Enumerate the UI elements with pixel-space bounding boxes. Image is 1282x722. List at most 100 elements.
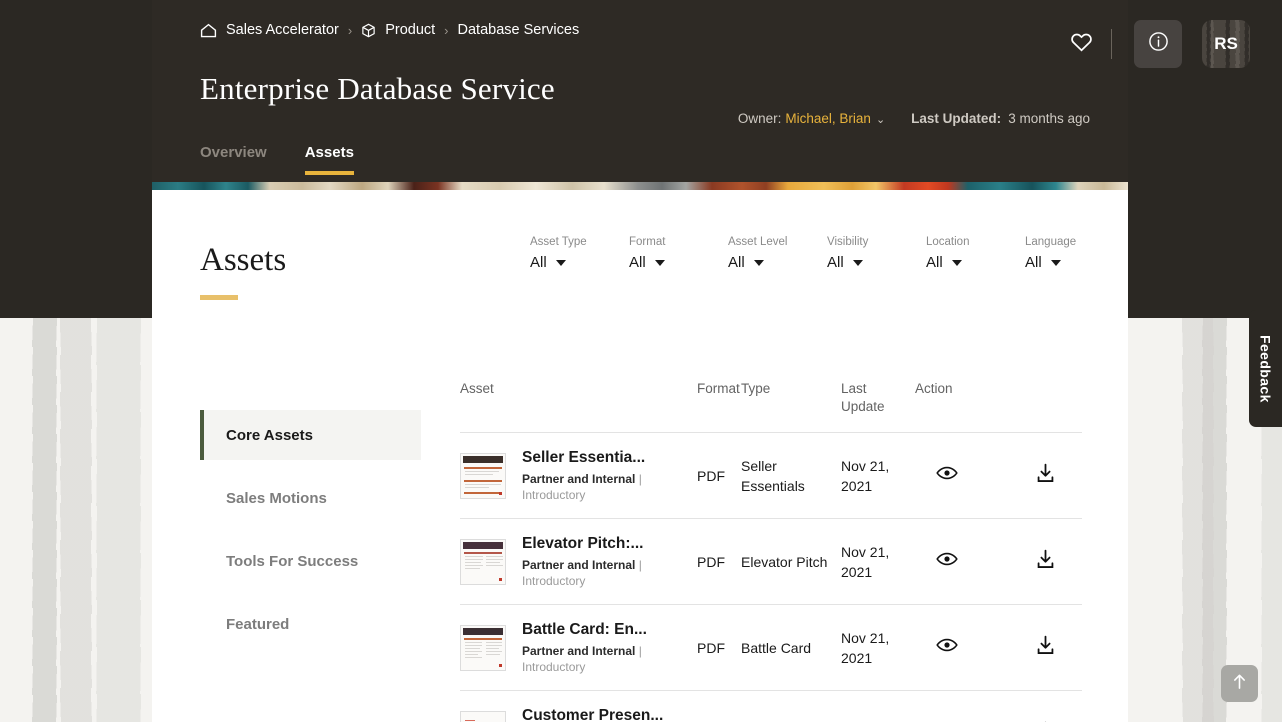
table-row[interactable]: Elevator Pitch:... Partner and Internal …	[460, 518, 1082, 604]
nav-item-label: Sales Motions	[226, 490, 327, 507]
filter-label: Asset Level	[728, 236, 827, 248]
feedback-label: Feedback	[1258, 335, 1274, 403]
filter-asset-level[interactable]: Asset Level All	[728, 236, 827, 271]
table-row[interactable]: Battle Card: En... Partner and Internal …	[460, 604, 1082, 690]
eye-icon	[936, 465, 958, 486]
download-button[interactable]	[1019, 463, 1071, 489]
asset-visibility: Partner and Internal |	[522, 558, 643, 572]
assets-heading: Assets	[200, 242, 286, 279]
scroll-to-top-button[interactable]	[1221, 665, 1258, 702]
chevron-down-icon[interactable]	[655, 260, 665, 266]
filter-language[interactable]: Language All	[1025, 236, 1124, 271]
asset-thumbnail	[460, 711, 506, 722]
header-actions: RS	[1063, 20, 1250, 68]
assets-panel: Assets Asset Type All Format All Asset L…	[152, 190, 1128, 722]
download-button[interactable]	[1019, 635, 1071, 661]
asset-type: Battle Card	[741, 638, 841, 658]
filter-label: Location	[926, 236, 1025, 248]
table-row[interactable]: Seller Essentia... Partner and Internal …	[460, 432, 1082, 518]
preview-button[interactable]	[921, 551, 973, 572]
chevron-down-icon[interactable]	[853, 260, 863, 266]
download-button[interactable]	[1019, 549, 1071, 575]
download-icon	[1035, 635, 1056, 661]
assets-table: Asset Format Type Last Update Action	[460, 380, 1082, 722]
row-actions	[915, 549, 1082, 575]
app-root: Sales Accelerator › Product › Database S…	[0, 0, 1282, 722]
nav-item-sales-motions[interactable]: Sales Motions	[200, 473, 421, 523]
heart-icon	[1070, 31, 1093, 57]
asset-last-update: Nov 21, 2021	[841, 542, 915, 583]
tab-overview[interactable]: Overview	[200, 144, 267, 175]
eye-icon	[936, 551, 958, 572]
column-header-last-update: Last Update	[841, 380, 915, 416]
filter-value: All	[926, 254, 943, 271]
preview-button[interactable]	[921, 465, 973, 486]
asset-title[interactable]: Customer Presen...	[522, 707, 663, 722]
asset-last-update: Nov 21, 2021	[841, 456, 915, 497]
nav-item-featured[interactable]: Featured	[200, 599, 421, 649]
preview-button[interactable]	[921, 637, 973, 658]
asset-title[interactable]: Elevator Pitch:...	[522, 535, 643, 553]
nav-item-label: Core Assets	[226, 427, 313, 444]
column-header-format: Format	[697, 380, 741, 416]
breadcrumb-item-product[interactable]: Product	[385, 22, 435, 38]
filter-visibility[interactable]: Visibility All	[827, 236, 926, 271]
tab-assets[interactable]: Assets	[305, 144, 354, 175]
filter-value: All	[629, 254, 646, 271]
download-icon	[1035, 463, 1056, 489]
favorite-button[interactable]	[1063, 26, 1099, 62]
assets-heading-underline	[200, 295, 238, 300]
avatar[interactable]: RS	[1202, 20, 1250, 68]
header-divider	[1111, 29, 1112, 59]
nav-item-core-assets[interactable]: Core Assets	[200, 410, 421, 460]
chevron-down-icon[interactable]	[1051, 260, 1061, 266]
filter-format[interactable]: Format All	[629, 236, 728, 271]
filter-value: All	[1025, 254, 1042, 271]
asset-level: Introductory	[522, 660, 647, 674]
asset-format: PDF	[697, 552, 741, 572]
asset-meta-separator: |	[639, 472, 642, 486]
last-updated-label: Last Updated:	[911, 111, 1001, 126]
nav-item-tools-for-success[interactable]: Tools For Success	[200, 536, 421, 586]
asset-type: Elevator Pitch	[741, 552, 841, 572]
owner-label: Owner:	[738, 111, 782, 126]
filter-location[interactable]: Location All	[926, 236, 1025, 271]
filter-label: Format	[629, 236, 728, 248]
breadcrumb: Sales Accelerator › Product › Database S…	[200, 22, 579, 38]
info-button[interactable]	[1134, 20, 1182, 68]
table-row[interactable]: Customer Presen... Partner and Internal …	[460, 690, 1082, 722]
filter-asset-type[interactable]: Asset Type All	[530, 236, 629, 271]
home-icon[interactable]	[200, 23, 217, 38]
avatar-initials: RS	[1214, 34, 1238, 54]
page-header: Sales Accelerator › Product › Database S…	[152, 0, 1128, 182]
owner-field[interactable]: Owner:Michael, Brian ⌄	[738, 111, 885, 126]
last-updated-field: Last Updated:3 months ago	[911, 111, 1090, 126]
header-meta: Owner:Michael, Brian ⌄ Last Updated:3 mon…	[738, 111, 1090, 126]
nav-item-label: Featured	[226, 616, 289, 633]
asset-visibility: Partner and Internal |	[522, 472, 645, 486]
chevron-down-icon[interactable]	[556, 260, 566, 266]
asset-title[interactable]: Battle Card: En...	[522, 621, 647, 639]
asset-title[interactable]: Seller Essentia...	[522, 449, 645, 467]
chevron-down-icon[interactable]	[754, 260, 764, 266]
row-actions	[915, 635, 1082, 661]
nav-item-label: Tools For Success	[226, 553, 358, 570]
column-header-last-update-line1: Last	[841, 380, 915, 398]
asset-thumbnail	[460, 625, 506, 671]
owner-name[interactable]: Michael, Brian	[785, 111, 871, 126]
breadcrumb-item-sales-accelerator[interactable]: Sales Accelerator	[226, 22, 339, 38]
arrow-up-icon	[1232, 673, 1247, 695]
asset-thumbnail	[460, 539, 506, 585]
asset-visibility-text: Partner and Internal	[522, 472, 635, 486]
assets-category-nav: Core Assets Sales Motions Tools For Succ…	[200, 410, 421, 662]
asset-type: Seller Essentials	[741, 456, 841, 497]
breadcrumb-item-database-services[interactable]: Database Services	[458, 22, 580, 38]
filter-value: All	[728, 254, 745, 271]
asset-level: Introductory	[522, 488, 645, 502]
chevron-down-icon[interactable]	[952, 260, 962, 266]
column-header-last-update-line2: Update	[841, 398, 915, 416]
asset-meta-separator: |	[639, 558, 642, 572]
feedback-tab[interactable]: Feedback	[1249, 310, 1282, 427]
download-icon	[1035, 549, 1056, 575]
chevron-down-icon[interactable]: ⌄	[876, 114, 885, 126]
